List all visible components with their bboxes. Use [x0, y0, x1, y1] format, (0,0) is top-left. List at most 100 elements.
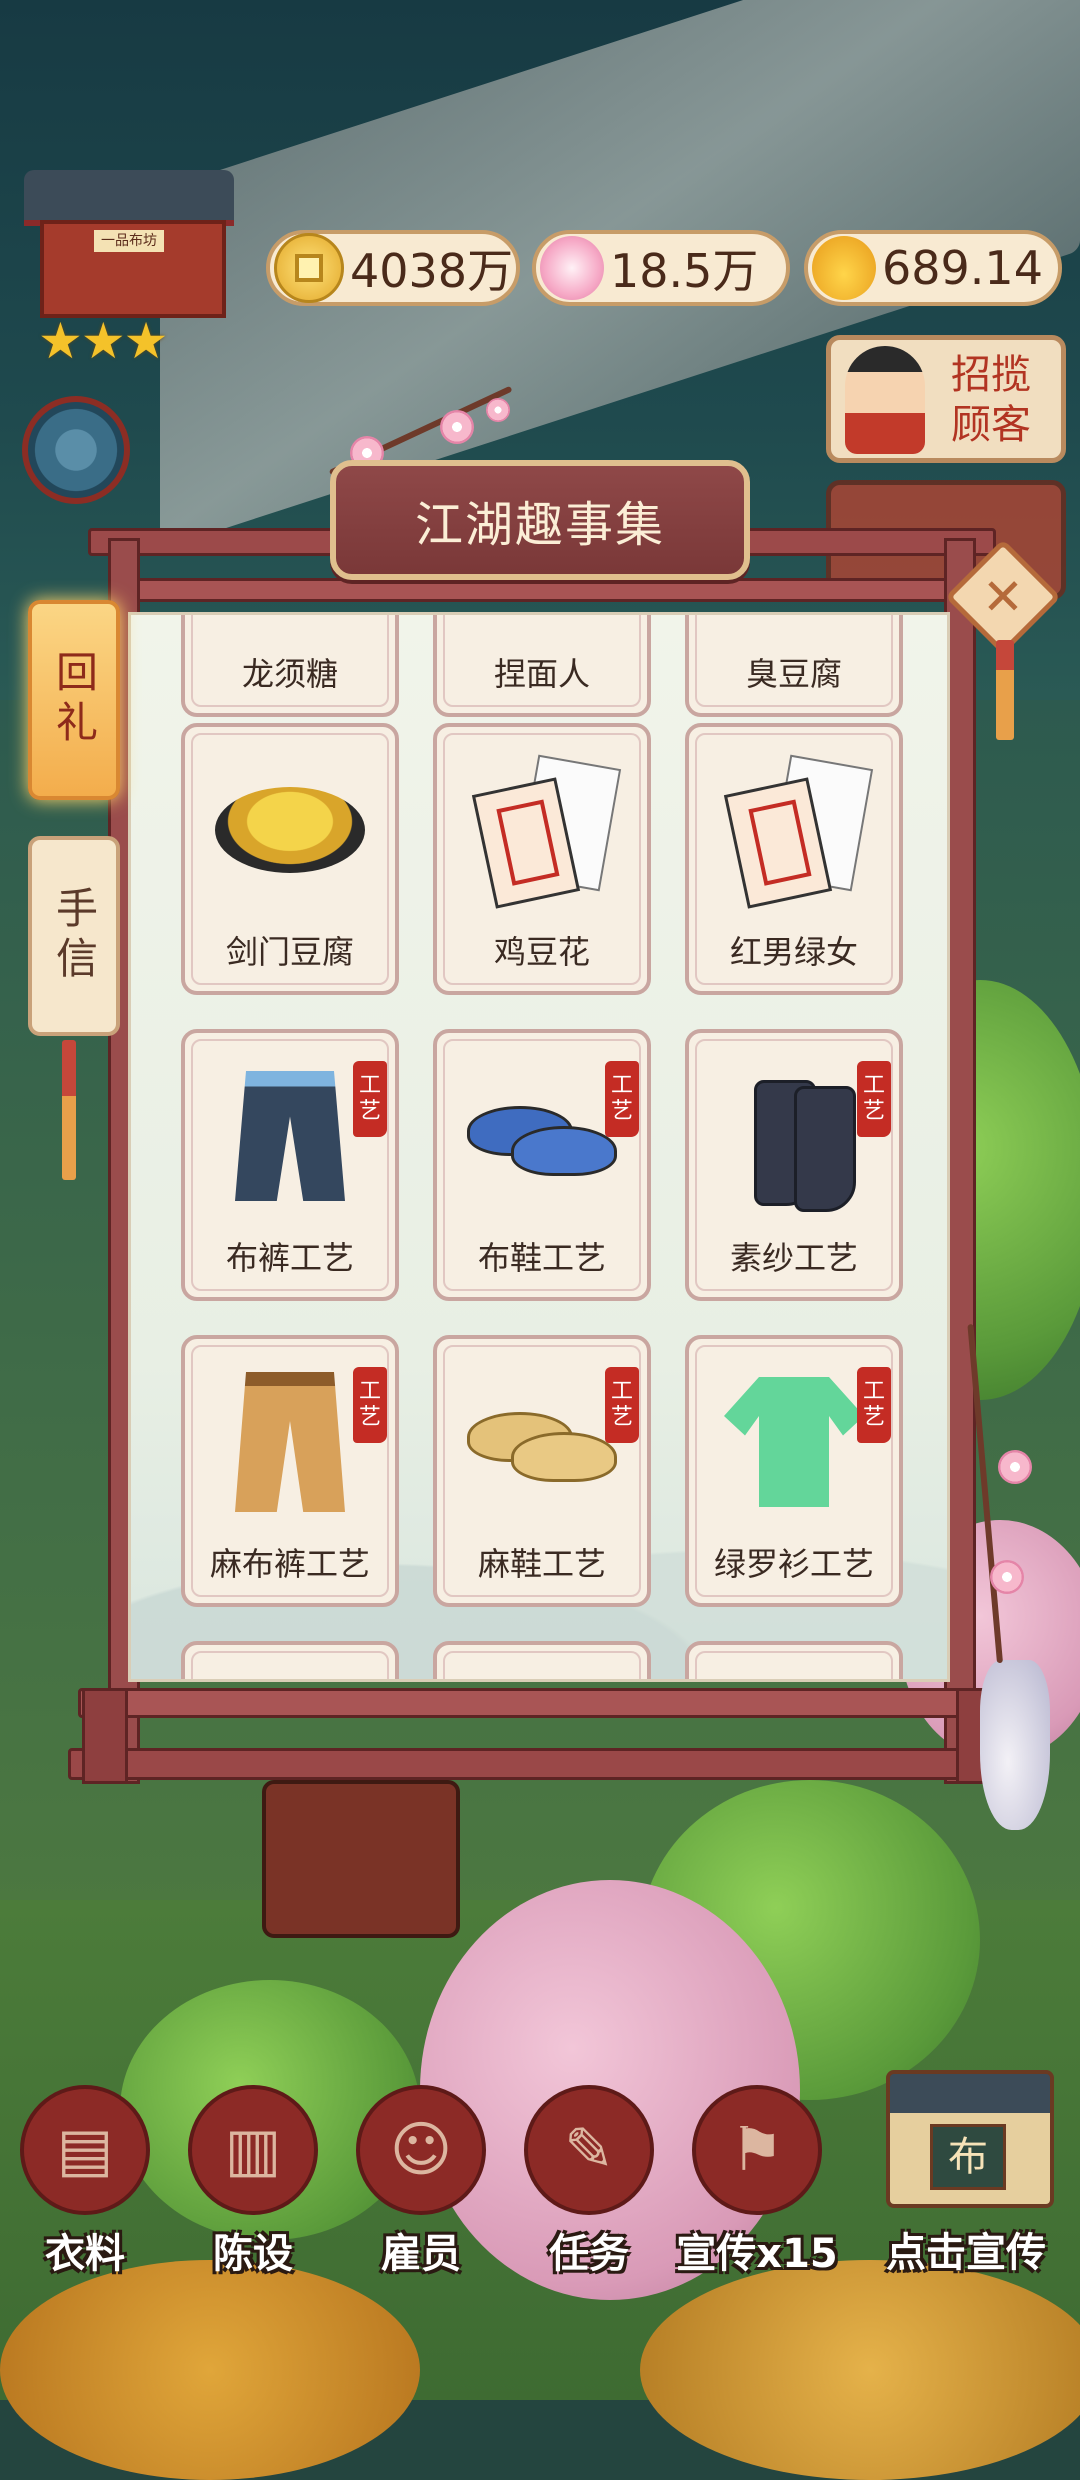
- item-name: 麻布裤工艺: [209, 1545, 370, 1583]
- item-name: 布裤工艺: [225, 1239, 354, 1277]
- nav-fabric[interactable]: ▤ 衣料: [12, 2085, 158, 2277]
- blossom-decoration: [440, 410, 474, 444]
- item-card[interactable]: 工艺 布裤工艺: [181, 1029, 399, 1301]
- flower-value: 18.5万: [610, 244, 759, 298]
- craft-tag: 工艺: [353, 1061, 387, 1137]
- item-card[interactable]: 红男绿女: [685, 723, 903, 995]
- item-card[interactable]: 鸡豆花: [433, 723, 651, 995]
- recruit-label: 招揽顾客: [951, 352, 1031, 448]
- promote-sign: 布: [930, 2124, 1006, 2190]
- panel-title-plaque: 江湖趣事集: [330, 460, 750, 580]
- nav-label: 宣传x15: [676, 2231, 838, 2277]
- item-card[interactable]: 臭豆腐: [685, 615, 903, 717]
- item-name: 臭豆腐: [745, 655, 842, 693]
- item-card[interactable]: [433, 1641, 651, 1679]
- item-name: 龙须糖: [241, 655, 338, 693]
- nav-employees[interactable]: ☺ 雇员: [348, 2085, 494, 2277]
- scroll-icon: ✎: [524, 2085, 654, 2215]
- item-card[interactable]: [685, 1641, 903, 1679]
- item-card[interactable]: 工艺 素纱工艺: [685, 1029, 903, 1301]
- blossom-decoration: [998, 1450, 1032, 1484]
- flower-counter[interactable]: 18.5万: [532, 230, 790, 306]
- gold-value: 689.14: [882, 241, 1043, 295]
- nav-promotion[interactable]: ⚑ 宣传x15: [676, 2085, 838, 2277]
- item-name: 素纱工艺: [729, 1239, 858, 1277]
- nav-label: 任务: [549, 2231, 629, 2277]
- item-card[interactable]: 龙须糖: [181, 615, 399, 717]
- promote-label: 点击宣传: [886, 2230, 1046, 2276]
- vase-decoration: [980, 1660, 1050, 1830]
- shop-roof: [24, 170, 234, 226]
- blossom-decoration: [486, 398, 510, 422]
- tassel-decoration: [996, 640, 1014, 740]
- dragon-beard-candy-icon: [203, 615, 377, 637]
- item-card[interactable]: 工艺 布鞋工艺: [433, 1029, 651, 1301]
- tofu-bowl-icon: [203, 745, 377, 915]
- coin-value: 4038万: [350, 244, 514, 298]
- close-icon: ✕: [982, 568, 1024, 626]
- shop-house-icon: 布: [886, 2070, 1054, 2208]
- shop-building[interactable]: 一品布坊: [24, 150, 234, 330]
- banner-icon: ⚑: [692, 2085, 822, 2215]
- boots-icon: [707, 1051, 881, 1221]
- tab-souvenirs[interactable]: 手信: [28, 836, 120, 1036]
- fabric-icon: ▤: [20, 2085, 150, 2215]
- craft-tag: 工艺: [857, 1367, 891, 1443]
- frame-bottom-beam: [68, 1748, 1016, 1780]
- tab-return-gifts[interactable]: 回礼: [28, 600, 120, 800]
- cloth-pants-icon: [203, 1051, 377, 1221]
- autumn-tree: [640, 2260, 1080, 2480]
- craft-tag: 工艺: [353, 1367, 387, 1443]
- item-card[interactable]: [181, 1641, 399, 1679]
- gear-icon[interactable]: [22, 396, 130, 504]
- shop-sign: 一品布坊: [94, 230, 164, 252]
- item-name: 红男绿女: [729, 933, 858, 971]
- item-card[interactable]: 工艺 绿罗衫工艺: [685, 1335, 903, 1607]
- shop-rating-stars: ★★★: [38, 312, 168, 370]
- autumn-tree: [0, 2260, 420, 2480]
- item-name: 布鞋工艺: [477, 1239, 606, 1277]
- coin-counter[interactable]: 4038万: [266, 230, 520, 306]
- drummer-character-icon: [845, 346, 925, 454]
- tab-label: 回礼: [49, 650, 99, 750]
- item-name: 剑门豆腐: [225, 933, 354, 971]
- frame-top-beam: [108, 578, 976, 602]
- stove-decoration: [262, 1780, 460, 1938]
- item-card[interactable]: 剑门豆腐: [181, 723, 399, 995]
- tassel-decoration: [62, 1040, 76, 1180]
- letter-icon: [455, 745, 629, 915]
- craft-tag: 工艺: [857, 1061, 891, 1137]
- stinky-tofu-icon: [707, 615, 881, 637]
- item-card[interactable]: 工艺 麻鞋工艺: [433, 1335, 651, 1607]
- cabinet-icon: ▥: [188, 2085, 318, 2215]
- nav-label: 陈设: [213, 2231, 293, 2277]
- frame-bottom-beam: [78, 1688, 1006, 1718]
- nav-label: 雇员: [381, 2231, 461, 2277]
- item-name: 鸡豆花: [493, 933, 590, 971]
- collection-scroll-area[interactable]: 龙须糖 捏面人 臭豆腐 剑门豆腐 鸡豆花 红男绿女 工艺 布裤工艺 工 艺 布鞋…: [128, 612, 950, 1682]
- plum-blossom-icon: [540, 236, 604, 300]
- coin-icon: [274, 233, 344, 303]
- employee-icon: ☺: [356, 2085, 486, 2215]
- letter-icon: [707, 745, 881, 915]
- frame-foot: [82, 1688, 128, 1784]
- gold-ingot-icon: [812, 236, 876, 300]
- nav-label: 衣料: [45, 2231, 125, 2277]
- blossom-decoration: [990, 1560, 1024, 1594]
- recruit-customers-button[interactable]: 招揽顾客: [826, 335, 1066, 463]
- craft-tag: 工艺: [605, 1061, 639, 1137]
- item-card[interactable]: 工艺 麻布裤工艺: [181, 1335, 399, 1607]
- item-name: 捏面人: [493, 655, 590, 693]
- click-promote-button[interactable]: 布 点击宣传: [866, 2060, 1066, 2276]
- gold-counter[interactable]: 689.14: [804, 230, 1062, 306]
- nav-furnishings[interactable]: ▥ 陈设: [180, 2085, 326, 2277]
- cloth-shoes-icon: [455, 1051, 629, 1221]
- item-name: 绿罗衫工艺: [713, 1545, 874, 1583]
- green-robe-icon: [707, 1357, 881, 1527]
- linen-pants-icon: [203, 1357, 377, 1527]
- item-card[interactable]: 捏面人: [433, 615, 651, 717]
- nav-tasks[interactable]: ✎ 任务: [516, 2085, 662, 2277]
- item-name: 麻鞋工艺: [477, 1545, 606, 1583]
- straw-shoes-icon: [455, 1357, 629, 1527]
- panel-title: 江湖趣事集: [414, 497, 665, 553]
